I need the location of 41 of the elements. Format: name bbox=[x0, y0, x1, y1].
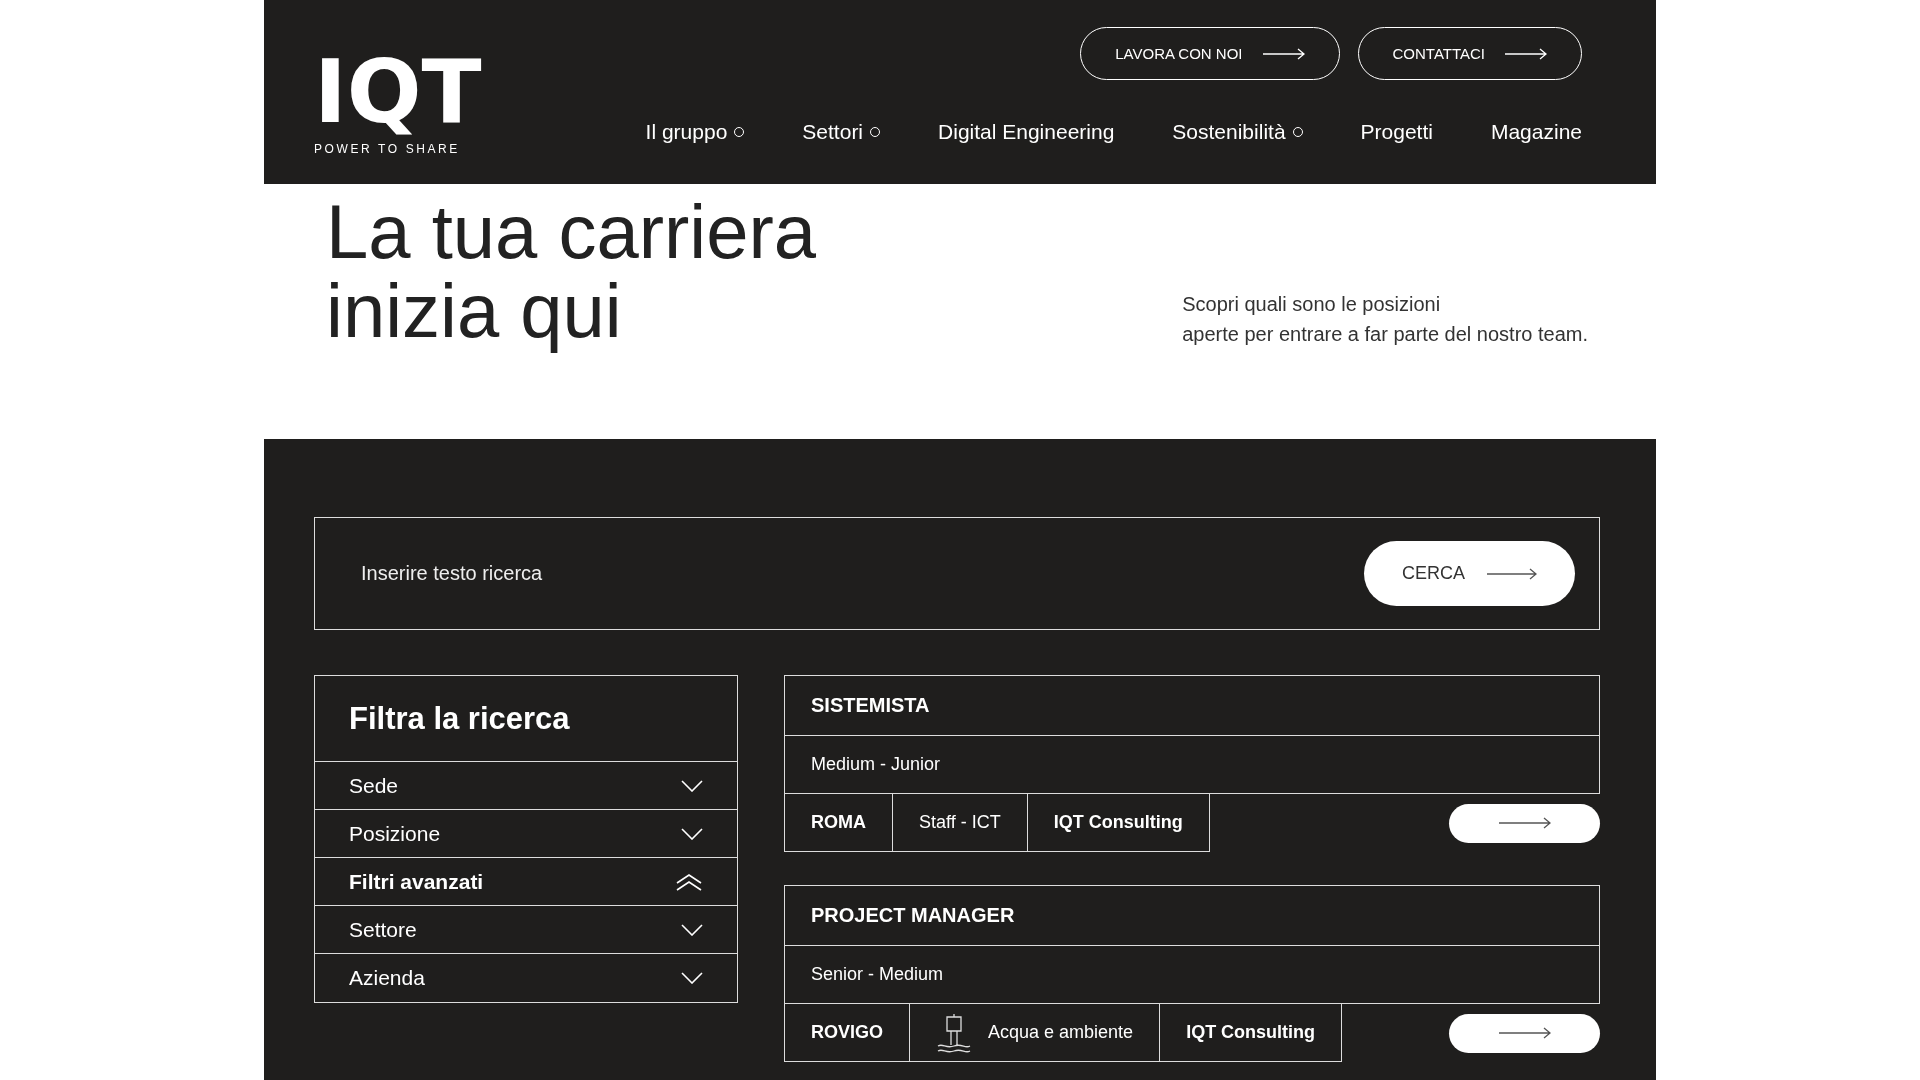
job-title[interactable]: SISTEMISTA bbox=[784, 675, 1600, 735]
filter-accordion-item[interactable]: Sede bbox=[315, 762, 737, 810]
logo-mark[interactable]: IQT bbox=[314, 45, 482, 139]
logo-tagline: POWER TO SHARE bbox=[314, 142, 461, 157]
search-button[interactable]: CERCA bbox=[1364, 541, 1575, 606]
job-level: Medium - Junior bbox=[784, 735, 1600, 793]
job-tag-label: ROMA bbox=[811, 812, 866, 833]
hero-title: La tua carriera inizia qui bbox=[326, 188, 817, 355]
arrow-icon bbox=[1262, 47, 1305, 60]
nav-link[interactable]: Progetti bbox=[1360, 120, 1433, 144]
nav-link[interactable]: Sostenibilità bbox=[1172, 120, 1303, 144]
filter-accordion-item[interactable]: Filtri avanzati bbox=[315, 858, 737, 906]
job-level: Senior - Medium bbox=[784, 945, 1600, 1003]
hero-intro: Scopri quali sono le posizioni aperte per entrare a far parte del nostro team. bbox=[1182, 292, 1588, 347]
chevron-down-icon bbox=[681, 972, 703, 984]
filter-accordion-item[interactable]: Posizione bbox=[315, 810, 737, 858]
filter-accordion-item[interactable]: Settore bbox=[315, 906, 737, 954]
arrow-icon bbox=[1505, 47, 1547, 60]
job-tag-label: ROVIGO bbox=[811, 1022, 883, 1043]
nav-link[interactable]: Digital Engineering bbox=[938, 120, 1115, 144]
filter-accordion-item[interactable]: Azienda bbox=[315, 954, 737, 1002]
chevron-down-icon bbox=[681, 827, 703, 840]
job-tag-label: IQT Consulting bbox=[1186, 1022, 1316, 1043]
chevron-down-icon bbox=[681, 923, 703, 936]
water-tower-icon bbox=[936, 1012, 972, 1053]
arrow-icon bbox=[1498, 817, 1551, 829]
chevron-down-icon bbox=[681, 779, 703, 792]
nav-link[interactable]: Magazine bbox=[1490, 120, 1582, 144]
job-tag-label: IQT Consulting bbox=[1053, 812, 1183, 833]
search-field[interactable]: Inserire testo ricerca CERCA bbox=[314, 517, 1600, 630]
open-job-button[interactable] bbox=[1449, 1013, 1600, 1053]
nav-link[interactable]: Il gruppo bbox=[645, 120, 745, 144]
job-tag-label: Acqua e ambiente bbox=[988, 1022, 1134, 1043]
double-chevron-up-icon bbox=[675, 872, 703, 891]
arrow-icon bbox=[1498, 1027, 1551, 1039]
nav-link[interactable]: Settori bbox=[802, 120, 881, 144]
arrow-icon bbox=[1487, 567, 1537, 580]
filter-title: Filtra la ricerca bbox=[315, 676, 737, 762]
job-title[interactable]: PROJECT MANAGER bbox=[784, 885, 1600, 945]
open-job-button[interactable] bbox=[1449, 803, 1600, 843]
job-tag-label: Staff - ICT bbox=[919, 812, 1001, 833]
